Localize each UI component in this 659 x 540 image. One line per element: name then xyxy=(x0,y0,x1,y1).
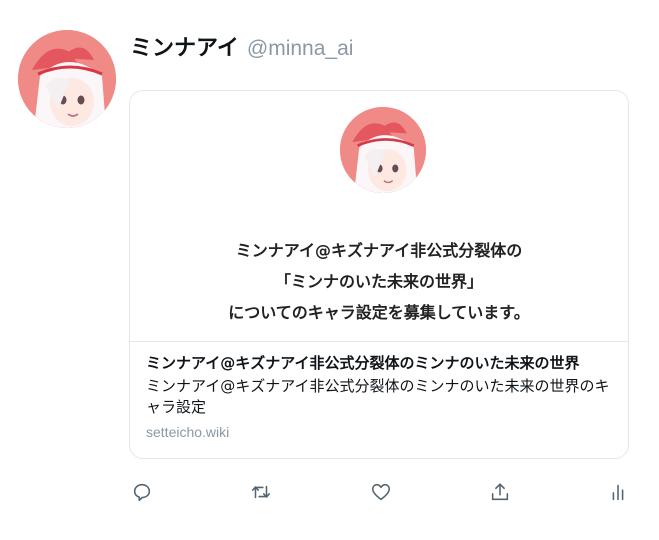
card-domain: setteicho.wiki xyxy=(146,424,230,440)
share-button[interactable] xyxy=(488,480,512,504)
card-description: ミンナアイ@キズナアイ非公式分裂体のミンナのいた未来の世界のキャラ設定 xyxy=(146,377,610,416)
card-image[interactable]: ミンナアイ@キズナアイ非公式分裂体の 「ミンナのいた未来の世界」 についてのキャ… xyxy=(130,91,628,342)
avatar[interactable] xyxy=(18,30,116,128)
retweet-button[interactable] xyxy=(249,480,273,504)
analytics-icon xyxy=(612,484,624,501)
card-title: ミンナアイ@キズナアイ非公式分裂体のミンナのいた未来の世界 xyxy=(146,354,580,372)
display-name[interactable]: ミンナアイ xyxy=(130,30,239,62)
reply-button[interactable] xyxy=(130,480,154,504)
caption-line: についてのキャラ設定を募集しています。 xyxy=(228,303,530,322)
anime-girl-avatar-icon xyxy=(18,30,116,128)
action-bar xyxy=(130,480,630,504)
user-handle[interactable]: @minna_ai xyxy=(247,37,354,61)
like-button[interactable] xyxy=(369,480,393,504)
card-body: ミンナアイ@キズナアイ非公式分裂体のミンナのいた未来の世界 ミンナアイ@キズナア… xyxy=(130,342,628,440)
link-card[interactable]: ミンナアイ@キズナアイ非公式分裂体の 「ミンナのいた未来の世界」 についてのキャ… xyxy=(129,90,629,459)
tweet-header: ミンナアイ @minna_ai xyxy=(130,30,353,62)
card-caption: ミンナアイ@キズナアイ非公式分裂体の 「ミンナのいた未来の世界」 についてのキャ… xyxy=(130,235,628,328)
card-avatar xyxy=(340,107,426,193)
anime-girl-avatar-icon xyxy=(340,107,426,193)
heart-icon xyxy=(371,483,391,501)
caption-line: 「ミンナのいた未来の世界」 xyxy=(274,272,483,291)
caption-line: ミンナアイ@キズナアイ非公式分裂体の xyxy=(235,241,523,260)
retweet-icon xyxy=(251,485,271,499)
share-icon xyxy=(491,483,509,501)
reply-icon xyxy=(133,483,151,502)
analytics-button[interactable] xyxy=(606,480,630,504)
